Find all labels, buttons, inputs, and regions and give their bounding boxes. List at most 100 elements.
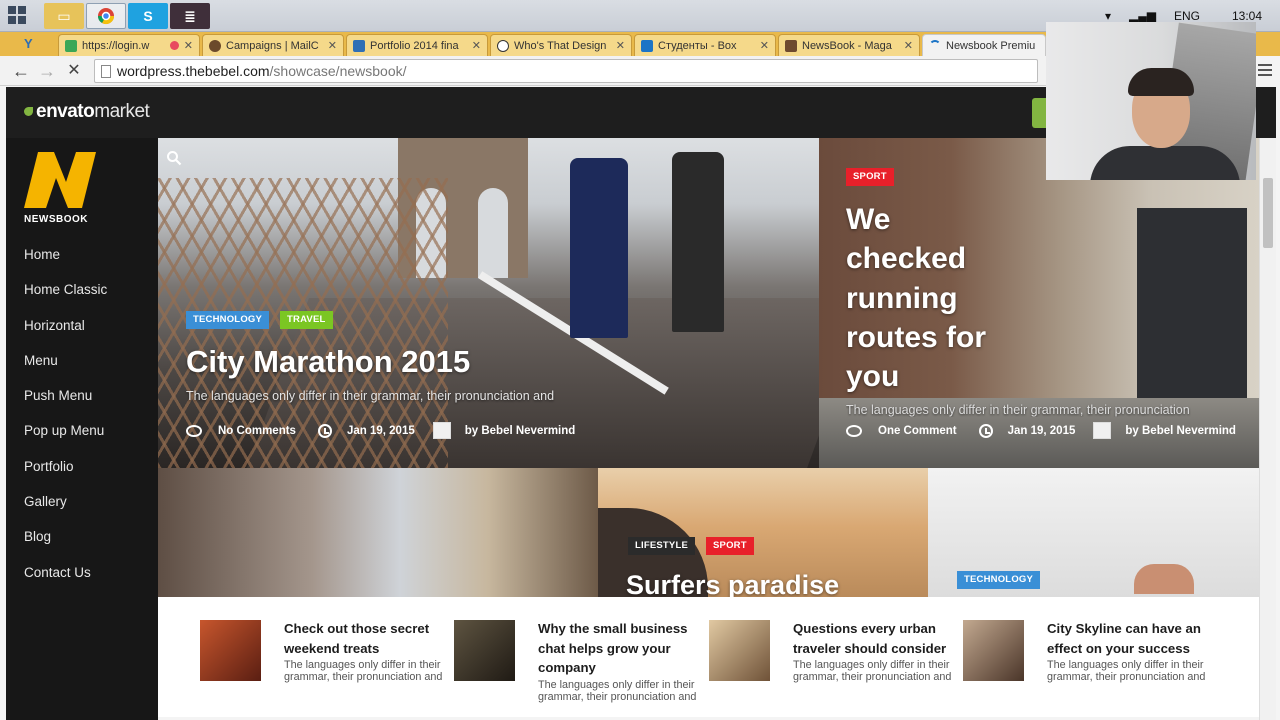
tab-pin-icon[interactable]: Y	[24, 36, 33, 51]
newsbook-logo-icon[interactable]	[24, 152, 96, 208]
nav-item-home-classic[interactable]: Home Classic	[24, 281, 107, 316]
address-bar[interactable]: wordpress.thebebel.com/showcase/newsbook…	[94, 59, 1038, 83]
recent-post-card[interactable]: Questions every urban traveler should co…	[709, 619, 959, 709]
close-tab-icon[interactable]: ✕	[472, 39, 481, 52]
nav-item-contact-us[interactable]: Contact Us	[24, 564, 107, 599]
presenter-hair-image	[1128, 68, 1194, 96]
post-excerpt: The languages only differ in their gramm…	[538, 679, 697, 703]
post-title[interactable]: Why the small business chat helps grow y…	[538, 619, 713, 678]
close-tab-icon[interactable]: ✕	[616, 39, 625, 52]
main-nav: Home Home Classic Horizontal Menu Push M…	[24, 246, 107, 599]
category-badge[interactable]: TRAVEL	[280, 311, 333, 329]
category-badge[interactable]: LIFESTYLE	[628, 537, 695, 555]
back-icon[interactable]: ←	[10, 60, 32, 82]
url-path: /showcase/newsbook/	[269, 63, 407, 79]
download-favicon-icon	[65, 39, 77, 52]
post-title[interactable]: City Marathon 2015	[186, 344, 470, 380]
chrome-icon[interactable]	[86, 3, 126, 29]
recent-posts-strip: Check out those secret weekend treats Th…	[158, 597, 1259, 717]
close-tab-icon[interactable]: ✕	[760, 39, 769, 52]
post-thumbnail[interactable]	[454, 620, 515, 681]
clock-icon	[978, 423, 993, 438]
post-title[interactable]: City Skyline can have an effect on your …	[1047, 619, 1222, 658]
windows-start-icon[interactable]	[8, 6, 28, 26]
recent-post-card[interactable]: Why the small business chat helps grow y…	[454, 619, 704, 709]
browser-tab[interactable]: Campaigns | MailC ✕	[202, 34, 344, 56]
post-tile-technology[interactable]: TECHNOLOGY	[928, 468, 1259, 598]
browser-tab[interactable]: Who's That Design ✕	[490, 34, 632, 56]
runner-image	[672, 152, 724, 332]
loading-spinner-icon	[929, 39, 941, 52]
post-thumbnail[interactable]	[963, 620, 1024, 681]
post-thumbnail[interactable]	[200, 620, 261, 681]
recording-dot-icon	[169, 41, 179, 50]
nav-item-horizontal[interactable]: Horizontal	[24, 317, 107, 352]
site-sidebar: NEWSBOOK Home Home Classic Horizontal Me…	[6, 138, 158, 720]
browser-tab[interactable]: Студенты - Box ✕	[634, 34, 776, 56]
browser-tab[interactable]: NewsBook - Maga ✕	[778, 34, 920, 56]
close-tab-icon[interactable]: ✕	[904, 39, 913, 52]
category-badge[interactable]: TECHNOLOGY	[186, 311, 270, 329]
close-tab-icon[interactable]: ✕	[184, 39, 193, 52]
recent-post-card[interactable]: Check out those secret weekend treats Th…	[200, 619, 450, 709]
close-tab-icon[interactable]: ✕	[328, 39, 337, 52]
brand-name: NEWSBOOK	[24, 214, 88, 225]
post-excerpt: The languages only differ in their gramm…	[793, 659, 952, 683]
comment-icon	[186, 424, 202, 437]
browser-toolbar: ← → ✕ wordpress.thebebel.com/showcase/ne…	[0, 56, 1046, 86]
author-avatar	[1093, 422, 1112, 439]
browser-tab-active[interactable]: Newsbook Premiu	[922, 34, 1046, 56]
question-favicon-icon	[497, 39, 509, 52]
presenter-body-image	[1090, 146, 1240, 180]
nav-item-push-menu[interactable]: Push Menu	[24, 387, 107, 422]
post-thumbnail[interactable]	[709, 620, 770, 681]
post-excerpt: The languages only differ in their gramm…	[1047, 659, 1206, 683]
nav-item-blog[interactable]: Blog	[24, 528, 107, 563]
nav-item-gallery[interactable]: Gallery	[24, 493, 107, 528]
featured-post-side[interactable]: SPORT We checked running routes for you …	[819, 138, 1259, 468]
comment-count[interactable]: One Comment	[878, 425, 957, 437]
chrome-menu-icon[interactable]	[1258, 64, 1272, 78]
signal-icon[interactable]: ▂▄▆	[1129, 9, 1156, 23]
hand-image	[1134, 564, 1194, 594]
forward-icon[interactable]: →	[36, 60, 58, 82]
post-meta: No Comments Jan 19, 2015 by Bebel Neverm…	[186, 422, 575, 439]
post-title[interactable]: Questions every urban traveler should co…	[793, 619, 968, 658]
skype-icon[interactable]: S	[128, 3, 168, 29]
stop-loading-icon[interactable]: ✕	[63, 60, 85, 82]
browser-tab[interactable]: Portfolio 2014 fina ✕	[346, 34, 488, 56]
box-favicon-icon	[641, 39, 653, 52]
media-app-icon[interactable]: ≣	[170, 3, 210, 29]
clock[interactable]: 13:04	[1232, 9, 1262, 23]
tray-arrow-icon[interactable]: ▾	[1105, 9, 1111, 23]
category-badge[interactable]: SPORT	[846, 168, 894, 186]
search-icon[interactable]	[166, 150, 182, 166]
browser-tab[interactable]: https://login.w ✕	[58, 34, 200, 56]
file-explorer-icon[interactable]: ▭	[44, 3, 84, 29]
language-indicator[interactable]: ENG	[1174, 9, 1200, 23]
page-scrollbar[interactable]	[1259, 138, 1276, 720]
post-author[interactable]: by Bebel Nevermind	[1125, 425, 1236, 437]
recent-post-card[interactable]: City Skyline can have an effect on your …	[963, 619, 1213, 709]
post-title[interactable]: We checked running routes for you	[846, 200, 986, 396]
post-title[interactable]: Surfers paradise	[626, 570, 839, 598]
scrollbar-thumb[interactable]	[1263, 178, 1273, 248]
post-date: Jan 19, 2015	[1007, 424, 1076, 437]
post-author[interactable]: by Bebel Nevermind	[465, 425, 576, 437]
clock-icon	[317, 423, 332, 438]
nav-item-home[interactable]: Home	[24, 246, 107, 281]
envato-logo[interactable]: envatomarket	[24, 101, 150, 123]
category-badge[interactable]: SPORT	[706, 537, 754, 555]
post-excerpt: The languages only differ in their gramm…	[186, 389, 555, 403]
category-badge[interactable]: TECHNOLOGY	[957, 571, 1041, 589]
url-domain: wordpress.thebebel.com	[117, 63, 270, 79]
post-excerpt: The languages only differ in their gramm…	[846, 403, 1190, 417]
post-tile-surfers[interactable]: LIFESTYLE SPORT Surfers paradise	[598, 468, 928, 598]
comment-count[interactable]: No Comments	[218, 425, 296, 437]
nav-item-popup-menu[interactable]: Pop up Menu	[24, 422, 107, 457]
post-title[interactable]: Check out those secret weekend treats	[284, 619, 459, 658]
nav-item-menu[interactable]: Menu	[24, 352, 107, 387]
nav-item-portfolio[interactable]: Portfolio	[24, 458, 107, 493]
post-tile-city[interactable]	[158, 468, 598, 598]
featured-post-main[interactable]: TECHNOLOGY TRAVEL City Marathon 2015 The…	[158, 138, 819, 468]
